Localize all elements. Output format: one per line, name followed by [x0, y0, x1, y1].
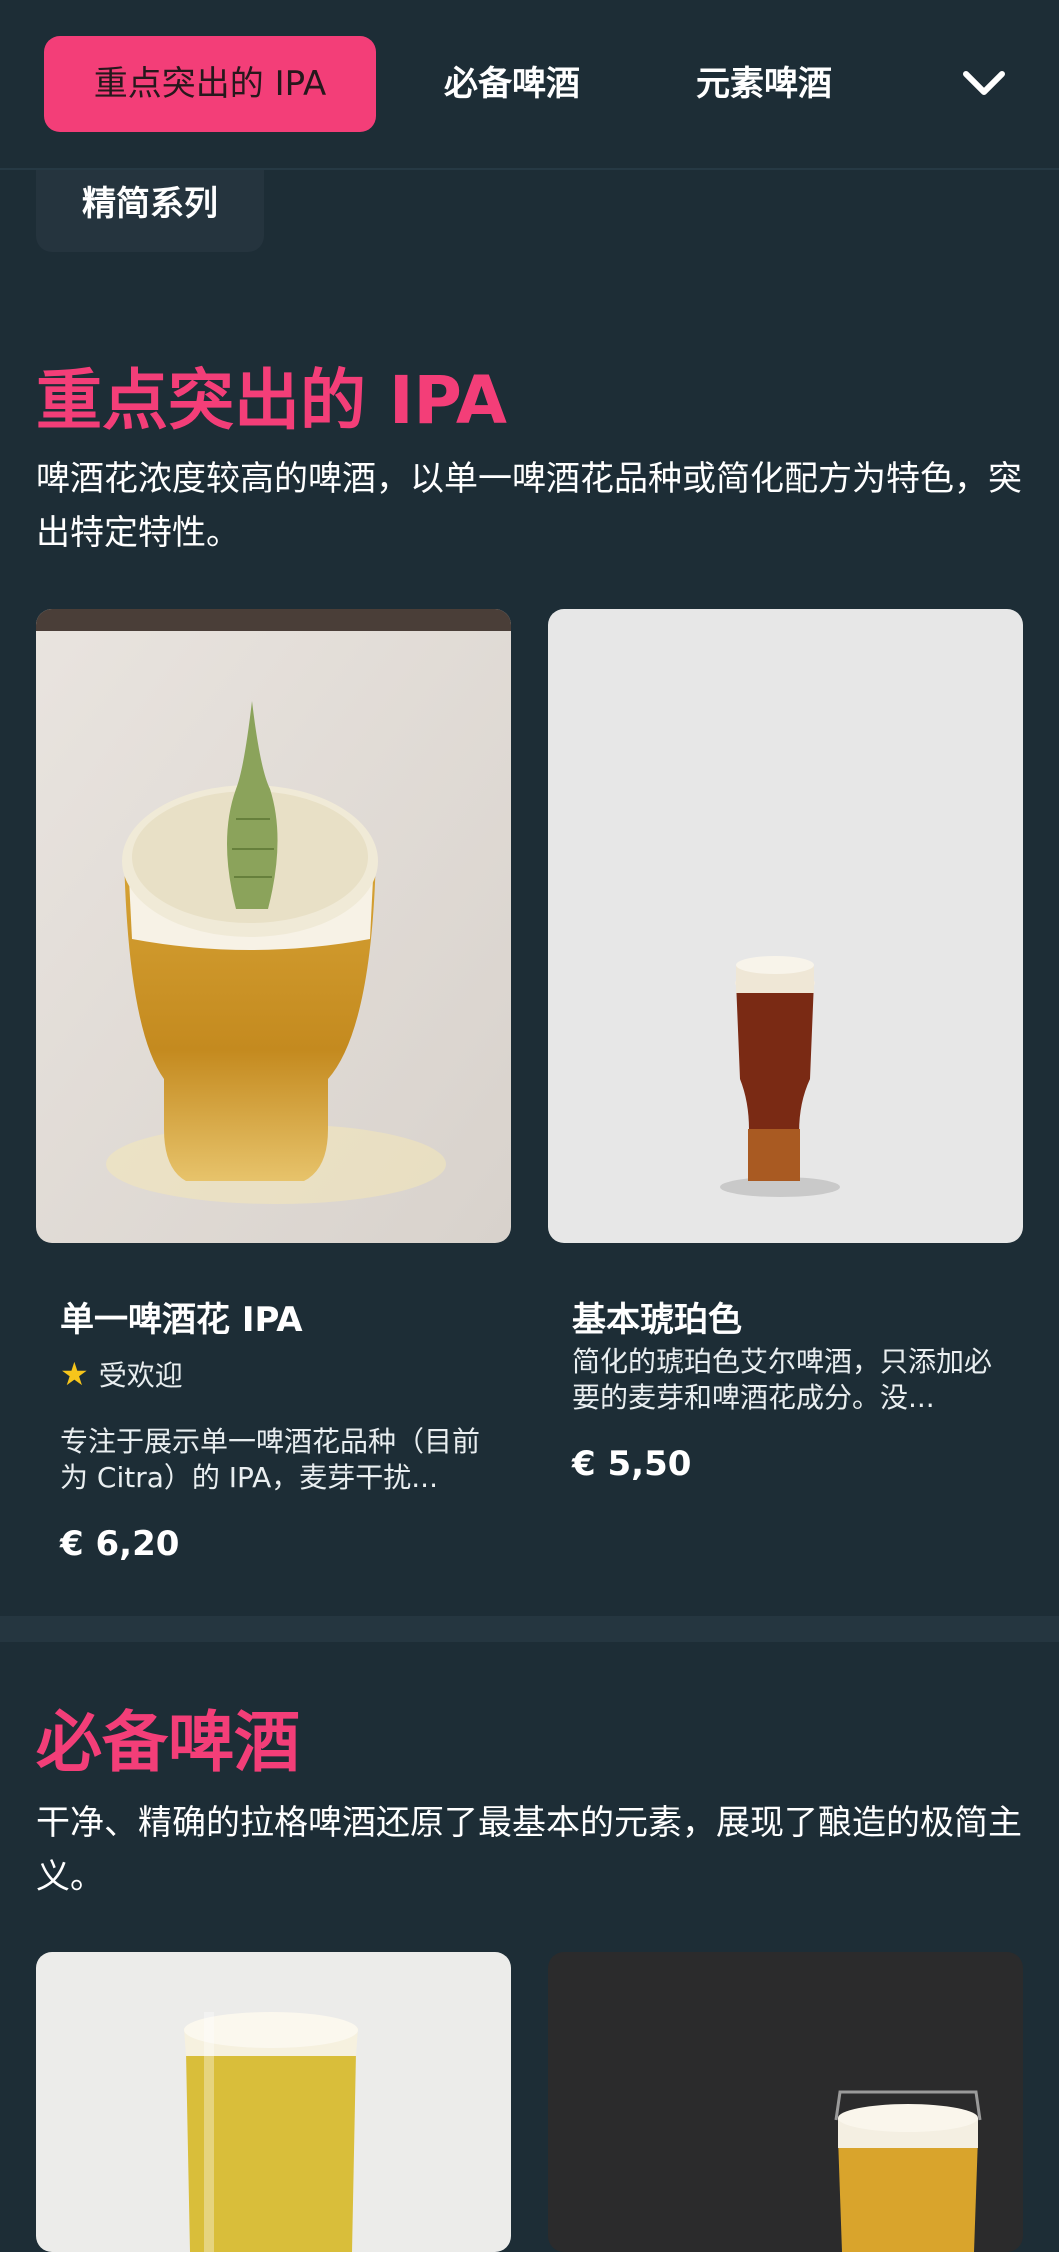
chevron-down-icon[interactable] — [954, 56, 1014, 112]
section-description: 干净、精确的拉格啤酒还原了最基本的元素，展现了酿造的极简主义。 — [36, 1803, 1022, 1897]
popular-badge: ★ 受欢迎 — [60, 1354, 183, 1394]
star-icon: ★ — [60, 1355, 89, 1393]
tab-essential-beers[interactable]: 必备啤酒 — [420, 36, 604, 132]
section-divider — [0, 1616, 1059, 1642]
category-nav: 重点突出的 IPA 必备啤酒 元素啤酒 — [0, 0, 1059, 170]
product-name[interactable]: 单一啤酒花 IPA — [60, 1292, 303, 1341]
section-title: 重点突出的 IPA — [36, 362, 507, 439]
product-price: € 5,50 — [572, 1444, 692, 1484]
product-image-lager[interactable] — [36, 1952, 511, 2252]
section-title: 必备啤酒 — [36, 1704, 300, 1781]
product-image-dark-lager[interactable] — [548, 1952, 1023, 2252]
category-chip-minimal[interactable]: 精简系列 — [36, 164, 264, 252]
badge-label: 受欢迎 — [98, 1359, 183, 1392]
tab-element-beers[interactable]: 元素啤酒 — [672, 36, 856, 132]
tab-focused-ipa[interactable]: 重点突出的 IPA — [44, 36, 376, 132]
product-description: 专注于展示单一啤酒花品种（目前为 Citra）的 IPA，麦芽干扰... — [60, 1425, 481, 1494]
section-description: 啤酒花浓度较高的啤酒，以单一啤酒花品种或简化配方为特色，突出特定特性。 — [36, 459, 1022, 553]
product-description: 简化的琥珀色艾尔啤酒，只添加必要的麦芽和啤酒花成分。没... — [572, 1345, 993, 1414]
product-name[interactable]: 基本琥珀色 — [572, 1292, 742, 1341]
product-image-basic-amber[interactable] — [548, 609, 1023, 1243]
product-image-single-hop-ipa[interactable] — [36, 609, 511, 1243]
product-price: € 6,20 — [60, 1524, 180, 1564]
